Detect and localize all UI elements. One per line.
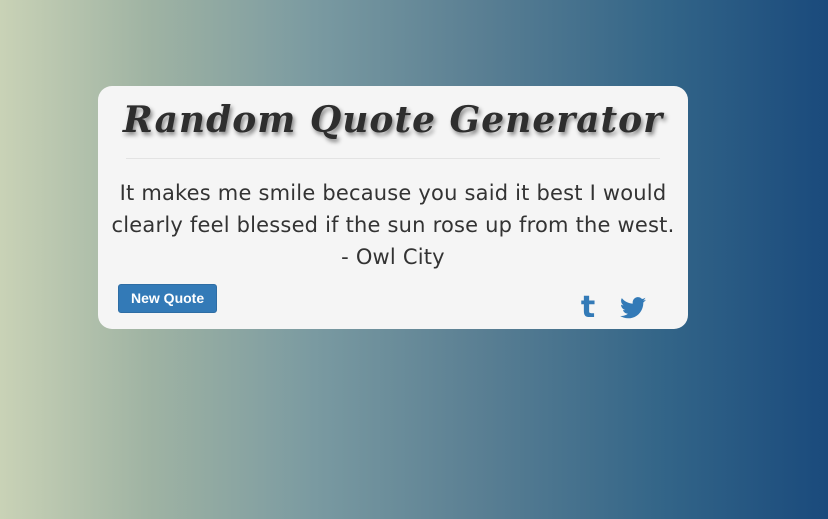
tumblr-share-button[interactable]: t <box>576 290 600 325</box>
quote-block: It makes me smile because you said it be… <box>108 177 678 273</box>
new-quote-button[interactable]: New Quote <box>118 284 218 313</box>
twitter-icon <box>620 297 646 319</box>
divider <box>126 158 660 159</box>
twitter-share-button[interactable] <box>618 294 648 322</box>
quote-text: It makes me smile because you said it be… <box>111 181 675 237</box>
page-title: Random Quote Generator <box>122 99 664 141</box>
tumblr-icon: t <box>580 290 596 325</box>
quote-author: - Owl City <box>341 245 445 269</box>
quote-card: Random Quote Generator It makes me smile… <box>98 86 688 329</box>
